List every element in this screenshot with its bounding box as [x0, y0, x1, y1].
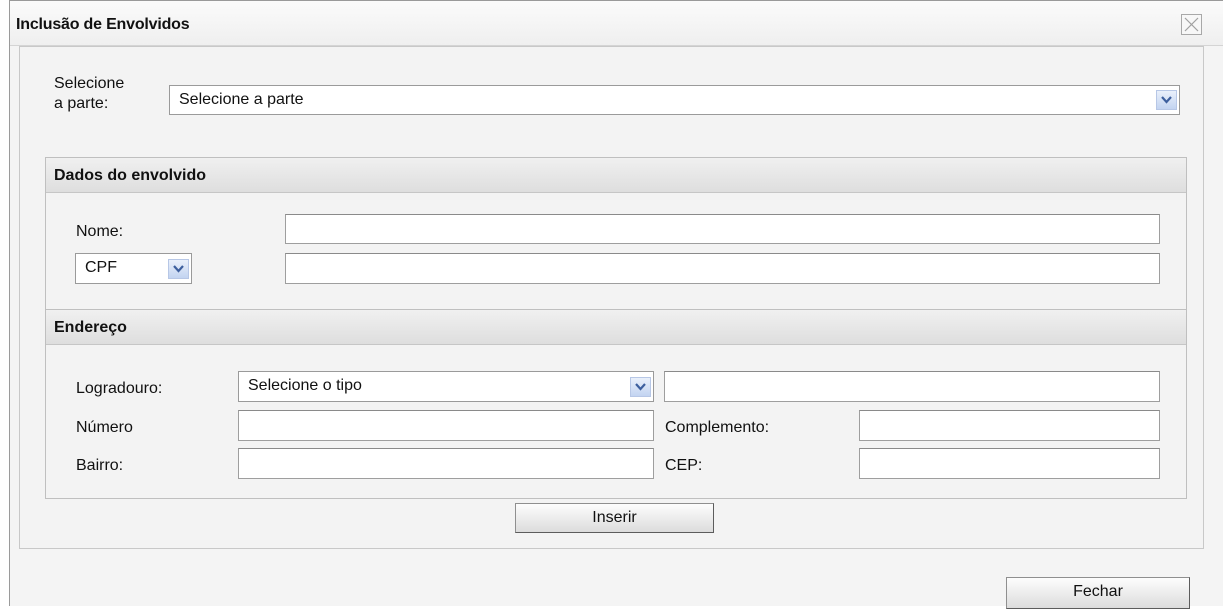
dados-envolvido-header: Dados do envolvido: [46, 158, 1186, 193]
cep-input[interactable]: [859, 448, 1160, 479]
background-edge: [0, 0, 9, 606]
logradouro-input[interactable]: [664, 371, 1160, 402]
nome-label: Nome:: [76, 223, 124, 240]
doc-type-value: CPF: [85, 259, 117, 276]
parte-select-value: Selecione a parte: [179, 91, 304, 108]
dialog-content: Selecione a parte: Selecione a parte Dad…: [19, 46, 1204, 549]
bairro-label: Bairro:: [76, 457, 124, 474]
close-button[interactable]: [1181, 14, 1202, 35]
bairro-input[interactable]: [238, 448, 654, 479]
cep-label: CEP:: [665, 457, 703, 474]
inserir-button[interactable]: Inserir: [515, 503, 714, 533]
chevron-down-icon: [173, 264, 184, 273]
doc-type-select[interactable]: CPF: [75, 253, 192, 284]
inclusao-dialog: Inclusão de Envolvidos Selecione a parte…: [9, 0, 1223, 609]
endereco-header: Endereço: [46, 310, 1186, 345]
fechar-button[interactable]: Fechar: [1006, 577, 1190, 609]
dialog-title: Inclusão de Envolvidos: [16, 16, 190, 33]
logradouro-label: Logradouro:: [76, 380, 163, 397]
doc-number-input[interactable]: [285, 253, 1160, 284]
logradouro-tipo-select[interactable]: Selecione o tipo: [238, 371, 654, 402]
complemento-input[interactable]: [859, 410, 1160, 441]
logradouro-tipo-value: Selecione o tipo: [248, 377, 362, 394]
dialog-titlebar: Inclusão de Envolvidos: [10, 1, 1223, 46]
logradouro-tipo-dropdown-button[interactable]: [630, 376, 651, 397]
numero-label: Número: [76, 419, 133, 436]
parte-select[interactable]: Selecione a parte: [169, 85, 1180, 115]
doc-type-dropdown-button[interactable]: [168, 258, 189, 279]
parte-dropdown-button[interactable]: [1156, 90, 1177, 110]
chevron-down-icon: [635, 382, 646, 391]
endereco-section: Endereço Logradouro: Selecione o tipo Nú…: [45, 309, 1187, 499]
chevron-down-icon: [1161, 96, 1172, 104]
parte-label-line1: Selecione: [54, 75, 125, 92]
complemento-label: Complemento:: [665, 419, 770, 436]
endereco-heading: Endereço: [54, 319, 127, 336]
nome-input[interactable]: [285, 214, 1160, 244]
dados-envolvido-section: Dados do envolvido Nome: CPF: [45, 157, 1187, 310]
dados-envolvido-heading: Dados do envolvido: [54, 167, 207, 184]
close-icon: [1184, 17, 1199, 32]
numero-input[interactable]: [238, 410, 654, 441]
parte-label-line2: a parte:: [54, 95, 109, 112]
